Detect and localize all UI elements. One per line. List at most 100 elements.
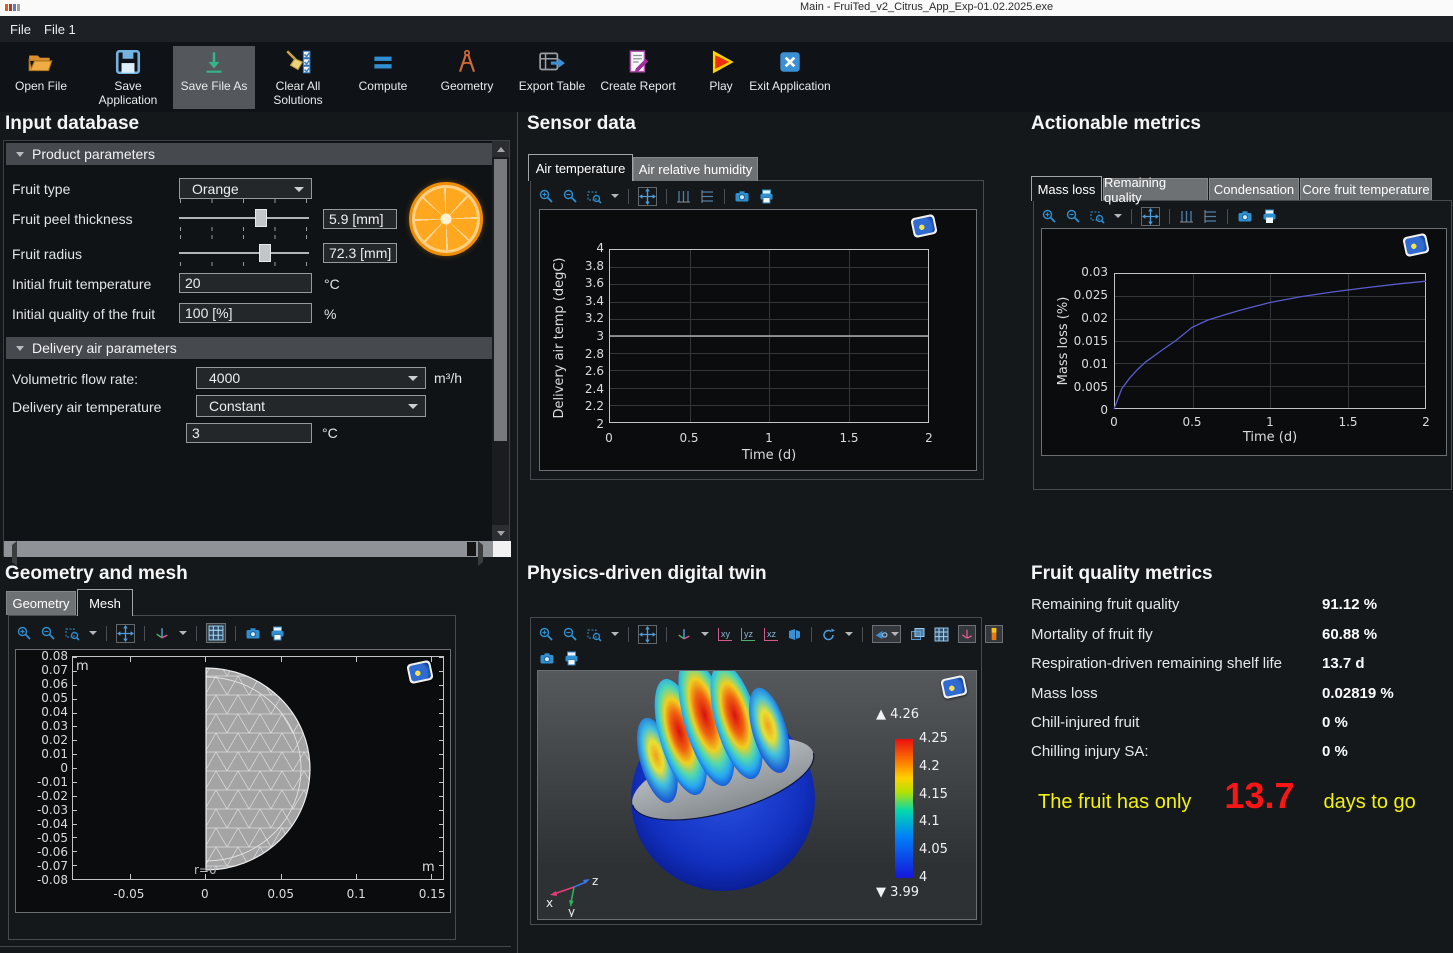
- caret-down-icon[interactable]: [179, 631, 187, 635]
- caret-down-icon[interactable]: [611, 194, 619, 198]
- camera-icon[interactable]: [245, 626, 261, 641]
- zoom-extents-icon[interactable]: [116, 624, 135, 643]
- menu-file[interactable]: File: [6, 20, 35, 39]
- y-grid-icon[interactable]: [676, 189, 691, 204]
- zoom-extents-icon[interactable]: [638, 625, 657, 644]
- horizontal-scroll-thumb[interactable]: [467, 542, 476, 556]
- zoom-in-icon[interactable]: [539, 189, 554, 204]
- zoom-extents-icon[interactable]: [638, 187, 657, 206]
- caret-down-icon[interactable]: [701, 632, 709, 636]
- save-file-as-button[interactable]: Save File As: [173, 46, 255, 109]
- initial-temperature-input[interactable]: 20: [179, 273, 312, 293]
- zoom-out-icon[interactable]: [1066, 209, 1081, 224]
- zoom-box-icon[interactable]: [587, 189, 602, 204]
- comsol-logo: [940, 675, 968, 700]
- scroll-right-button[interactable]: [478, 545, 487, 563]
- camera-icon[interactable]: [734, 189, 750, 204]
- tab-geometry[interactable]: Geometry: [6, 591, 76, 615]
- tab-remaining-quality[interactable]: Remaining quality: [1103, 178, 1208, 200]
- rotate-icon[interactable]: [821, 627, 836, 642]
- input-database-title: Input database: [5, 113, 139, 135]
- fruit-type-select[interactable]: Orange: [179, 178, 312, 199]
- view-yz-icon[interactable]: yz: [741, 628, 755, 641]
- tab-air-temperature[interactable]: Air temperature: [528, 154, 633, 181]
- zoom-box-icon[interactable]: [587, 627, 602, 642]
- tab-air-relative-humidity[interactable]: Air relative humidity: [633, 157, 758, 181]
- peel-thickness-slider[interactable]: [179, 217, 309, 219]
- caret-down-icon[interactable]: [845, 632, 853, 636]
- show-axes-toggle[interactable]: [958, 625, 976, 643]
- caret-down-icon[interactable]: [1114, 214, 1122, 218]
- save-application-button[interactable]: Save Application: [87, 46, 169, 109]
- delivery-temp-select[interactable]: Constant: [196, 395, 426, 417]
- zoom-box-icon[interactable]: [1090, 209, 1105, 224]
- y-grid-icon[interactable]: [1179, 209, 1194, 224]
- zoom-in-icon[interactable]: [17, 626, 32, 641]
- print-icon[interactable]: [270, 626, 285, 641]
- horizontal-scrollbar[interactable]: [4, 541, 493, 557]
- initial-quality-input[interactable]: 100 [%]: [179, 303, 312, 323]
- clear-all-solutions-button[interactable]: Clear All Solutions: [257, 46, 339, 109]
- print-icon[interactable]: [564, 651, 579, 666]
- delivery-air-parameters-header[interactable]: Delivery air parameters: [6, 337, 493, 359]
- x-grid-icon[interactable]: [1203, 209, 1218, 224]
- print-icon[interactable]: [759, 189, 774, 204]
- x-grid-icon[interactable]: [700, 189, 715, 204]
- tab-mass-loss[interactable]: Mass loss: [1031, 176, 1102, 201]
- open-file-button[interactable]: Open File: [0, 46, 82, 109]
- vertical-scrollbar[interactable]: [492, 141, 509, 541]
- sensor-plot-area[interactable]: 43.83.63.43.232.82.62.42.22 00.511.52 Ti…: [539, 209, 977, 471]
- scroll-up-button[interactable]: [492, 141, 509, 157]
- caret-down-icon[interactable]: [611, 632, 619, 636]
- mesh-axes: [72, 656, 444, 880]
- zoom-out-icon[interactable]: [563, 189, 578, 204]
- flow-rate-select[interactable]: 4000: [196, 367, 426, 389]
- tab-condensation[interactable]: Condensation: [1209, 178, 1299, 200]
- zoom-out-icon[interactable]: [563, 627, 578, 642]
- zoom-box-icon[interactable]: [65, 626, 80, 641]
- scroll-left-button[interactable]: [8, 545, 17, 563]
- tab-core-fruit-temperature[interactable]: Core fruit temperature: [1300, 178, 1432, 200]
- fruit-radius-slider[interactable]: [179, 252, 309, 254]
- main-toolbar: Open File Save Application Save File As …: [0, 42, 1453, 112]
- product-parameters-header[interactable]: Product parameters: [6, 143, 493, 165]
- grid-toggle-active[interactable]: [206, 623, 226, 643]
- mass-loss-plot-area[interactable]: 0.030.0250.020.0150.010.0050 00.511.52 T…: [1041, 228, 1447, 456]
- digital-twin-3d-view[interactable]: 4.254.24.154.14.054 ▲ 4.26 ▼ 3.99 x y z: [537, 670, 977, 920]
- delivery-temp-value-input[interactable]: 3: [186, 423, 312, 443]
- compute-button[interactable]: Compute: [342, 46, 424, 109]
- zoom-in-icon[interactable]: [1042, 209, 1057, 224]
- fruit-radius-slider-handle[interactable]: [259, 244, 271, 262]
- vertical-scroll-thumb[interactable]: [494, 159, 507, 441]
- default-view-icon[interactable]: [787, 627, 802, 642]
- scene-light-toggle[interactable]: [872, 625, 901, 643]
- axis-triad-icon[interactable]: [676, 626, 692, 642]
- mesh-plot-area[interactable]: 0.080.070.060.050.040.030.020.010-0.01-0…: [15, 649, 451, 913]
- camera-icon[interactable]: [539, 651, 555, 666]
- colorbar-toggle[interactable]: [985, 625, 1003, 643]
- geometry-button[interactable]: Geometry: [426, 46, 508, 109]
- zoom-out-icon[interactable]: [41, 626, 56, 641]
- caret-down-icon[interactable]: [89, 631, 97, 635]
- print-icon[interactable]: [1262, 209, 1277, 224]
- zoom-extents-icon[interactable]: [1141, 207, 1160, 226]
- axis-triad-icon[interactable]: [154, 625, 170, 641]
- peel-thickness-value[interactable]: 5.9 [mm]: [323, 209, 397, 229]
- grid-3d-icon[interactable]: [934, 627, 949, 642]
- create-report-button[interactable]: Create Report: [597, 46, 679, 109]
- camera-icon[interactable]: [1237, 209, 1253, 224]
- zoom-in-icon[interactable]: [539, 627, 554, 642]
- report-pen-icon: [624, 47, 652, 77]
- export-table-button[interactable]: Export Table: [511, 46, 593, 109]
- tab-mesh[interactable]: Mesh: [77, 589, 133, 616]
- peel-thickness-slider-handle[interactable]: [255, 209, 267, 227]
- exit-application-button[interactable]: Exit Application: [749, 46, 831, 109]
- toolbar-separator: [1227, 209, 1228, 224]
- menu-file-1[interactable]: File 1: [40, 20, 80, 39]
- view-xz-icon[interactable]: xz: [764, 628, 778, 641]
- scroll-down-button[interactable]: [492, 525, 509, 541]
- mesh-x-ticks: -0.0500.050.10.15: [72, 887, 444, 901]
- view-xy-icon[interactable]: xy: [718, 628, 732, 641]
- transparency-icon[interactable]: [910, 627, 925, 642]
- fruit-radius-value[interactable]: 72.3 [mm]: [323, 243, 397, 263]
